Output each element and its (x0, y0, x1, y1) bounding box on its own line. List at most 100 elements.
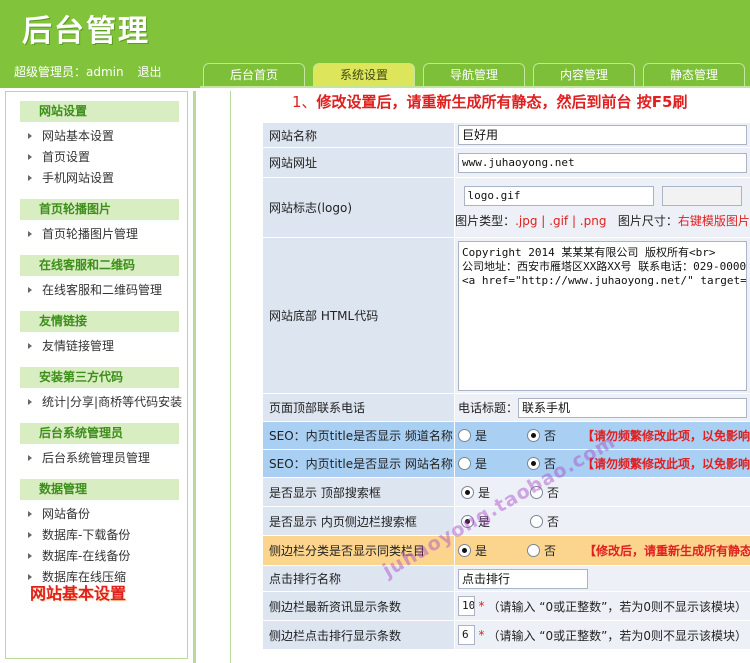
sidebar-item-third-party-code[interactable]: 统计|分享|商桥等代码安装 (6, 392, 187, 413)
tab-home[interactable]: 后台首页 (203, 63, 305, 88)
seo-sitename-yes-radio[interactable]: 是 (458, 455, 487, 472)
tab-content[interactable]: 内容管理 (533, 63, 635, 88)
divider-line (193, 91, 196, 663)
arrow-right-icon (28, 455, 32, 461)
footer-html-textarea[interactable]: Copyright 2014 某某某有限公司 版权所有<br> 公司地址：西安市… (458, 241, 747, 391)
sidebar-item-basic-settings[interactable]: 网站基本设置 (6, 126, 187, 147)
arrow-right-icon (28, 532, 32, 538)
rank-count-label: 侧边栏点击排行显示条数 (263, 621, 455, 649)
seo-sitename-no-radio[interactable]: 否 (527, 455, 556, 472)
logout-link[interactable]: 退出 (137, 65, 161, 79)
arrow-right-icon (28, 553, 32, 559)
top-header: 后台管理 超级管理员：admin 退出 后台首页 系统设置 导航管理 内容管理 … (0, 0, 750, 88)
sidebar-item-db-download-backup[interactable]: 数据库-下载备份 (6, 525, 187, 546)
seo-channel-no-radio[interactable]: 否 (527, 427, 556, 444)
form-row: SEO：内页title是否显示 网站名称 是 否 【请勿频繁修改此项，以免影响搜 (263, 450, 750, 478)
site-name-input[interactable]: 巨好用 (458, 125, 747, 145)
phone-title-input[interactable]: 联系手机 (518, 397, 747, 418)
form-row: 网站标志(logo) logo.gif 图片类型：.jpg | .gif | .… (263, 178, 750, 238)
browse-button[interactable] (661, 186, 742, 206)
sidebar-section-site-settings[interactable]: 网站设置 (20, 101, 179, 122)
sidebar-item-service-manage[interactable]: 在线客服和二维码管理 (6, 280, 187, 301)
sidebar-section-links[interactable]: 友情链接 (20, 311, 179, 332)
count-hint: （请输入 “0或正整数”，若为0则不显示该模块） (487, 599, 747, 614)
user-bar: 超级管理员：admin 退出 (14, 63, 161, 80)
settings-form: 网站名称 巨好用 网站网址 www.juhaoyong.net 网站标志(log… (263, 123, 750, 650)
current-user: 超级管理员：admin (14, 65, 124, 79)
logo-input[interactable]: logo.gif (463, 186, 654, 206)
top-search-yes-radio[interactable]: 是 (461, 484, 490, 501)
site-url-input[interactable]: www.juhaoyong.net (458, 152, 747, 173)
required-mark: * (478, 599, 485, 613)
form-row: SEO：内页title是否显示 频道名称 是 否 【请勿频繁修改此项，以免影响搜 (263, 422, 750, 450)
arrow-right-icon (28, 287, 32, 293)
side-search-no-radio[interactable]: 否 (530, 513, 559, 530)
sidebar-item-mobile-settings[interactable]: 手机网站设置 (6, 168, 187, 189)
seo-warning: 【请勿频繁修改此项，以免影响搜 (582, 429, 750, 443)
latest-count-label: 侧边栏最新资讯显示条数 (263, 592, 455, 620)
count-hint: （请输入 “0或正整数”，若为0则不显示该模块） (487, 628, 747, 643)
seo-channel-label: SEO：内页title是否显示 频道名称 (263, 422, 455, 449)
side-search-yes-radio[interactable]: 是 (461, 513, 490, 530)
site-name-label: 网站名称 (263, 123, 455, 147)
side-category-no-radio[interactable]: 否 (527, 542, 556, 559)
sidebar-item-links-manage[interactable]: 友情链接管理 (6, 336, 187, 357)
side-category-yes-radio[interactable]: 是 (458, 542, 487, 559)
seo-channel-yes-radio[interactable]: 是 (458, 427, 487, 444)
sidebar-item-site-backup[interactable]: 网站备份 (6, 504, 187, 525)
form-row: 是否显示 顶部搜索框 是 否 (263, 478, 750, 507)
seo-sitename-label: SEO：内页title是否显示 网站名称 (263, 450, 455, 477)
sidebar: 网站设置 网站基本设置 首页设置 手机网站设置 首页轮播图片 首页轮播图片管理 … (5, 91, 188, 659)
logo-file-info: 图片类型：.jpg | .gif | .png 图片尺寸：右键模版图片 (455, 214, 750, 228)
top-search-no-radio[interactable]: 否 (530, 484, 559, 501)
form-row: 页面顶部联系电话 电话标题： 联系手机 (263, 394, 750, 422)
sidebar-section-third-party[interactable]: 安装第三方代码 (20, 367, 179, 388)
top-phone-label: 页面顶部联系电话 (263, 394, 455, 421)
arrow-right-icon (28, 154, 32, 160)
arrow-right-icon (28, 133, 32, 139)
admin-title: 后台管理 (22, 14, 150, 49)
side-search-label: 是否显示 内页侧边栏搜索框 (263, 507, 455, 535)
logo-label: 网站标志(logo) (263, 178, 455, 237)
phone-title-label: 电话标题： (458, 401, 519, 415)
form-row: 是否显示 内页侧边栏搜索框 是 否 (263, 507, 750, 536)
site-url-label: 网站网址 (263, 148, 455, 177)
notice-number: 1、 (292, 93, 317, 111)
tab-static[interactable]: 静态管理 (643, 63, 745, 88)
top-search-label: 是否显示 顶部搜索框 (263, 478, 455, 506)
logo-file-types: .jpg | .gif | .png (515, 214, 607, 228)
sidebar-item-db-online-backup[interactable]: 数据库-在线备份 (6, 546, 187, 567)
arrow-right-icon (28, 399, 32, 405)
regenerate-warning: 【修改后，请重新生成所有静态】 (584, 544, 750, 558)
form-row: 网站名称 巨好用 (263, 123, 750, 148)
sidebar-item-carousel-manage[interactable]: 首页轮播图片管理 (6, 224, 187, 245)
form-row: 网站底部 HTML代码 Copyright 2014 某某某有限公司 版权所有<… (263, 238, 750, 394)
rank-name-input[interactable]: 点击排行 (458, 568, 588, 589)
divider-line (230, 91, 231, 663)
notice-text: 修改设置后，请重新生成所有静态，然后到前台 按F5刷 (316, 93, 688, 111)
rank-name-label: 点击排行名称 (263, 566, 455, 591)
tab-underline (200, 86, 750, 88)
side-category-label: 侧边栏分类是否显示同类栏目 (263, 536, 455, 565)
form-row: 网站网址 www.juhaoyong.net (263, 148, 750, 178)
tab-system-settings[interactable]: 系统设置 (313, 63, 415, 88)
form-row: 侧边栏点击排行显示条数 6 * （请输入 “0或正整数”，若为0则不显示该模块） (263, 621, 750, 650)
notice-banner: 1、修改设置后，请重新生成所有静态，然后到前台 按F5刷 (292, 91, 687, 112)
tab-navigation[interactable]: 导航管理 (423, 63, 525, 88)
sidebar-section-carousel[interactable]: 首页轮播图片 (20, 199, 179, 220)
latest-count-input[interactable]: 10 (458, 596, 476, 616)
sidebar-section-admins[interactable]: 后台系统管理员 (20, 423, 179, 444)
sidebar-section-service[interactable]: 在线客服和二维码 (20, 255, 179, 276)
sidebar-item-home-settings[interactable]: 首页设置 (6, 147, 187, 168)
arrow-right-icon (28, 231, 32, 237)
seo-warning: 【请勿频繁修改此项，以免影响搜 (582, 457, 750, 471)
sidebar-section-data[interactable]: 数据管理 (20, 479, 179, 500)
rank-count-input[interactable]: 6 (458, 625, 476, 645)
required-mark: * (478, 628, 485, 642)
sidebar-item-admins-manage[interactable]: 后台系统管理员管理 (6, 448, 187, 469)
arrow-right-icon (28, 175, 32, 181)
arrow-right-icon (28, 343, 32, 349)
arrow-right-icon (28, 511, 32, 517)
footer-html-label: 网站底部 HTML代码 (263, 238, 455, 393)
form-row: 点击排行名称 点击排行 (263, 566, 750, 592)
